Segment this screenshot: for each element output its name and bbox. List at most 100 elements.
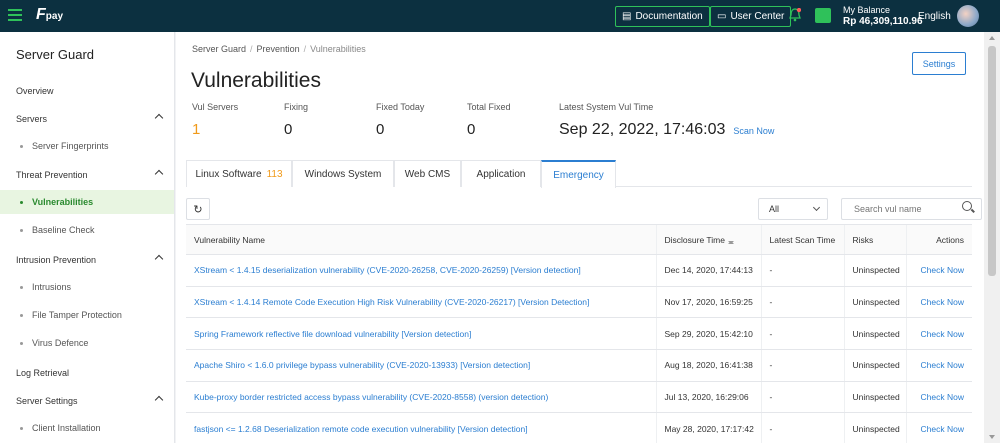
sidebar-item-file-tamper-protection[interactable]: File Tamper Protection (0, 303, 174, 327)
search-input[interactable] (841, 198, 982, 220)
stat-fixed-today: Fixed Today 0 (376, 102, 425, 138)
risk-status: Uninspected (843, 381, 906, 414)
check-now-link[interactable]: Check Now (905, 381, 972, 414)
check-now-link[interactable]: Check Now (905, 349, 972, 382)
breadcrumb-item[interactable]: Server Guard (192, 44, 246, 54)
balance-display: My Balance Rp 46,309,110.96 (843, 5, 923, 27)
avatar[interactable] (957, 5, 979, 27)
stat-vul-servers: Vul Servers 1 (192, 102, 239, 138)
language-selector[interactable]: English (918, 11, 951, 22)
scan-now-link[interactable]: Scan Now (733, 126, 774, 136)
stat-fixing: Fixing 0 (284, 102, 309, 138)
vulnerability-name-link[interactable]: XStream < 1.4.14 Remote Code Execution H… (186, 286, 656, 319)
column-header-disclosure[interactable]: Disclosure Time (655, 224, 761, 255)
risk-status: Uninspected (843, 349, 906, 382)
column-header-actions: Actions (905, 224, 972, 255)
chevron-up-icon (154, 169, 164, 179)
chevron-up-icon (154, 395, 164, 405)
table-row: Kube-proxy border restricted access bypa… (186, 381, 972, 414)
latest-scan-time: - (760, 317, 844, 351)
refresh-button[interactable]: ↻ (186, 198, 210, 220)
filter-select[interactable]: All (758, 198, 828, 220)
tab-bar: Linux Software 113 Windows System Web CMS… (186, 160, 972, 188)
column-header-name: Vulnerability Name (186, 224, 656, 255)
latest-scan-time: - (760, 349, 844, 382)
sidebar-item-overview[interactable]: Overview (0, 79, 174, 103)
stat-latest-vul-time: Latest System Vul Time Sep 22, 2022, 17:… (559, 102, 775, 138)
chevron-up-icon (154, 113, 164, 123)
disclosure-time: Jul 13, 2020, 16:29:06 (655, 381, 761, 414)
tab-linux-software[interactable]: Linux Software 113 (186, 160, 292, 187)
stat-total-fixed: Total Fixed 0 (467, 102, 511, 138)
disclosure-time: Sep 29, 2020, 15:42:10 (655, 317, 761, 351)
tab-windows-system[interactable]: Windows System (292, 160, 394, 187)
vulnerability-name-link[interactable]: XStream < 1.4.15 deserialization vulnera… (186, 254, 656, 287)
latest-scan-time: - (760, 254, 844, 287)
main-content: Server Guard / Prevention / Vulnerabilities … (176, 32, 984, 443)
settings-button[interactable]: Settings (912, 52, 966, 75)
sidebar: Server Guard Overview Servers Server Fin… (0, 32, 175, 443)
check-now-link[interactable]: Check Now (905, 286, 972, 319)
risk-status: Uninspected (843, 412, 906, 443)
vertical-scrollbar[interactable] (984, 32, 1000, 443)
column-header-risks: Risks (843, 224, 906, 255)
sidebar-item-threat-prevention[interactable]: Threat Prevention (0, 163, 174, 187)
tab-emergency[interactable]: Emergency (541, 160, 616, 188)
chevron-up-icon (154, 254, 164, 264)
sidebar-item-intrusion-prevention[interactable]: Intrusion Prevention (0, 248, 174, 272)
breadcrumb: Server Guard / Prevention / Vulnerabilities (192, 44, 366, 54)
vulnerability-name-link[interactable]: Kube-proxy border restricted access bypa… (186, 381, 656, 414)
menu-icon[interactable] (8, 9, 22, 21)
sidebar-item-log-retrieval[interactable]: Log Retrieval (0, 361, 174, 385)
risk-status: Uninspected (843, 317, 906, 351)
bell-icon[interactable] (789, 8, 801, 22)
wallet-icon[interactable] (815, 8, 831, 23)
documentation-button[interactable]: ▤ Documentation (615, 6, 710, 27)
sidebar-item-servers[interactable]: Servers (0, 107, 174, 131)
scroll-down-icon[interactable] (989, 435, 995, 439)
page-title: Vulnerabilities (191, 69, 321, 92)
scroll-up-icon[interactable] (989, 36, 995, 40)
vulnerability-table: Vulnerability Name Disclosure Time Lates… (186, 224, 972, 443)
top-navbar: Fpay ▤ Documentation ▭ User Center My Ba… (0, 0, 1000, 32)
table-row: XStream < 1.4.14 Remote Code Execution H… (186, 286, 972, 319)
scrollbar-thumb[interactable] (988, 46, 996, 276)
disclosure-time: Aug 18, 2020, 16:41:38 (655, 349, 761, 382)
sidebar-item-server-fingerprints[interactable]: Server Fingerprints (0, 134, 174, 158)
sidebar-item-server-settings[interactable]: Server Settings (0, 389, 174, 413)
search-icon[interactable] (962, 201, 972, 211)
risk-status: Uninspected (843, 254, 906, 287)
disclosure-time: Nov 17, 2020, 16:59:25 (655, 286, 761, 319)
sidebar-title: Server Guard (16, 47, 95, 62)
tab-application[interactable]: Application (461, 160, 541, 187)
sidebar-item-client-installation[interactable]: Client Installation (0, 416, 174, 440)
vulnerability-name-link[interactable]: fastjson <= 1.2.68 Deserialization remot… (186, 412, 656, 443)
sort-icon[interactable] (727, 236, 734, 245)
risk-status: Uninspected (843, 286, 906, 319)
table-row: XStream < 1.4.15 deserialization vulnera… (186, 254, 972, 287)
table-row: Apache Shiro < 1.6.0 privilege bypass vu… (186, 349, 972, 382)
disclosure-time: Dec 14, 2020, 17:44:13 (655, 254, 761, 287)
user-center-button[interactable]: ▭ User Center (710, 6, 792, 27)
tab-web-cms[interactable]: Web CMS (394, 160, 461, 187)
latest-scan-time: - (760, 286, 844, 319)
disclosure-time: May 28, 2020, 17:17:42 (655, 412, 761, 443)
check-now-link[interactable]: Check Now (905, 317, 972, 351)
chevron-down-icon (812, 203, 821, 212)
check-now-link[interactable]: Check Now (905, 412, 972, 443)
refresh-icon: ↻ (193, 203, 203, 216)
check-now-link[interactable]: Check Now (905, 254, 972, 287)
logo[interactable]: Fpay (36, 6, 63, 24)
breadcrumb-item[interactable]: Prevention (257, 44, 300, 54)
latest-scan-time: - (760, 412, 844, 443)
sidebar-item-intrusions[interactable]: Intrusions (0, 275, 174, 299)
tab-count-badge: 113 (266, 168, 283, 180)
sidebar-item-baseline-check[interactable]: Baseline Check (0, 218, 174, 242)
sidebar-item-virus-defence[interactable]: Virus Defence (0, 331, 174, 355)
vulnerability-name-link[interactable]: Spring Framework reflective file downloa… (186, 317, 656, 351)
sidebar-item-vulnerabilities[interactable]: Vulnerabilities (0, 190, 174, 214)
table-header-row: Vulnerability Name Disclosure Time Lates… (186, 224, 972, 255)
table-toolbar: ↻ All (186, 194, 982, 222)
vulnerability-name-link[interactable]: Apache Shiro < 1.6.0 privilege bypass vu… (186, 349, 656, 382)
table-row: fastjson <= 1.2.68 Deserialization remot… (186, 412, 972, 443)
